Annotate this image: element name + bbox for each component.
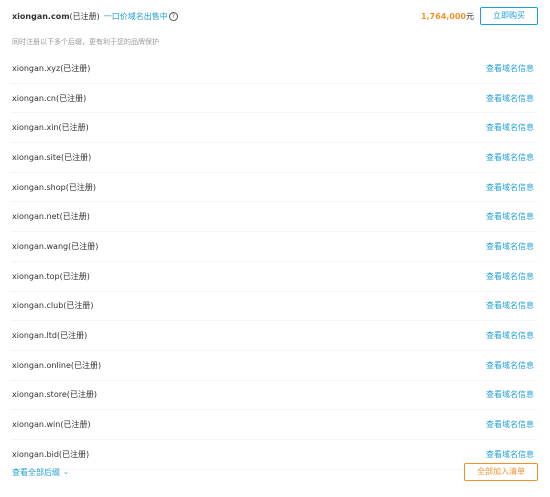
price: 1,764,000: [420, 11, 466, 21]
view-domain-info-link[interactable]: 查看域名信息: [486, 152, 534, 163]
row-domain: xiongan.top(已注册): [12, 271, 90, 281]
view-domain-info-link[interactable]: 查看域名信息: [486, 330, 534, 341]
list-item: xiongan.store(已注册) 查看域名信息: [12, 381, 538, 411]
main-domain-status: (已注册): [69, 11, 100, 21]
list-item: xiongan.wang(已注册) 查看域名信息: [12, 232, 538, 262]
header-row: xiongan.com (已注册) 一口价域名出售中 ? 1,764,000 元…: [12, 6, 538, 26]
buy-now-button[interactable]: 立即购买: [480, 7, 538, 25]
row-domain: xiongan.wang(已注册): [12, 241, 99, 251]
list-item: xiongan.xin(已注册) 查看域名信息: [12, 113, 538, 144]
chevron-down-icon[interactable]: ⌄: [63, 468, 69, 476]
list-item: xiongan.ltd(已注册) 查看域名信息: [12, 321, 538, 351]
row-domain: xiongan.win(已注册): [12, 420, 91, 430]
list-item: xiongan.online(已注册) 查看域名信息: [12, 351, 538, 381]
hint-text: 同时注册以下多个后缀，更有利于您的品牌保护: [12, 38, 159, 46]
view-all-suffixes-link[interactable]: 查看全部后缀: [12, 467, 60, 478]
list-item: xiongan.xyz(已注册) 查看域名信息: [12, 54, 538, 84]
view-domain-info-link[interactable]: 查看域名信息: [486, 360, 534, 371]
price-unit: 元: [466, 11, 474, 21]
footer-row: 查看全部后缀 ⌄ 全部加入清单: [12, 462, 538, 482]
row-domain: xiongan.club(已注册): [12, 301, 94, 311]
question-icon[interactable]: ?: [168, 11, 178, 21]
row-domain: xiongan.store(已注册): [12, 390, 97, 400]
list-item: xiongan.cn(已注册) 查看域名信息: [12, 84, 538, 114]
row-domain: xiongan.xin(已注册): [12, 123, 89, 133]
row-domain: xiongan.xyz(已注册): [12, 63, 91, 73]
row-domain: xiongan.online(已注册): [12, 360, 102, 370]
view-domain-info-link[interactable]: 查看域名信息: [486, 449, 534, 460]
row-domain: xiongan.bid(已注册): [12, 449, 90, 459]
for-sale-link[interactable]: 一口价域名出售中: [104, 11, 168, 22]
row-domain: xiongan.site(已注册): [12, 152, 92, 162]
view-domain-info-link[interactable]: 查看域名信息: [486, 300, 534, 311]
main-domain: xiongan.com: [12, 11, 70, 21]
add-all-to-list-button[interactable]: 全部加入清单: [464, 463, 538, 481]
row-domain: xiongan.shop(已注册): [12, 182, 96, 192]
view-domain-info-link[interactable]: 查看域名信息: [486, 211, 534, 222]
list-item: xiongan.shop(已注册) 查看域名信息: [12, 173, 538, 203]
view-domain-info-link[interactable]: 查看域名信息: [486, 419, 534, 430]
view-domain-info-link[interactable]: 查看域名信息: [486, 122, 534, 133]
view-domain-info-link[interactable]: 查看域名信息: [486, 93, 534, 104]
view-domain-info-link[interactable]: 查看域名信息: [486, 271, 534, 282]
domain-suffix-list: xiongan.xyz(已注册) 查看域名信息 xiongan.cn(已注册) …: [12, 54, 538, 470]
view-domain-info-link[interactable]: 查看域名信息: [486, 241, 534, 252]
list-item: xiongan.net(已注册) 查看域名信息: [12, 202, 538, 233]
row-domain: xiongan.cn(已注册): [12, 93, 87, 103]
view-domain-info-link[interactable]: 查看域名信息: [486, 389, 534, 400]
view-domain-info-link[interactable]: 查看域名信息: [486, 182, 534, 193]
row-domain: xiongan.ltd(已注册): [12, 331, 88, 341]
list-item: xiongan.top(已注册) 查看域名信息: [12, 262, 538, 292]
row-domain: xiongan.net(已注册): [12, 212, 90, 222]
list-item: xiongan.site(已注册) 查看域名信息: [12, 143, 538, 173]
view-domain-info-link[interactable]: 查看域名信息: [486, 63, 534, 74]
list-item: xiongan.club(已注册) 查看域名信息: [12, 292, 538, 322]
list-item: xiongan.win(已注册) 查看域名信息: [12, 410, 538, 440]
